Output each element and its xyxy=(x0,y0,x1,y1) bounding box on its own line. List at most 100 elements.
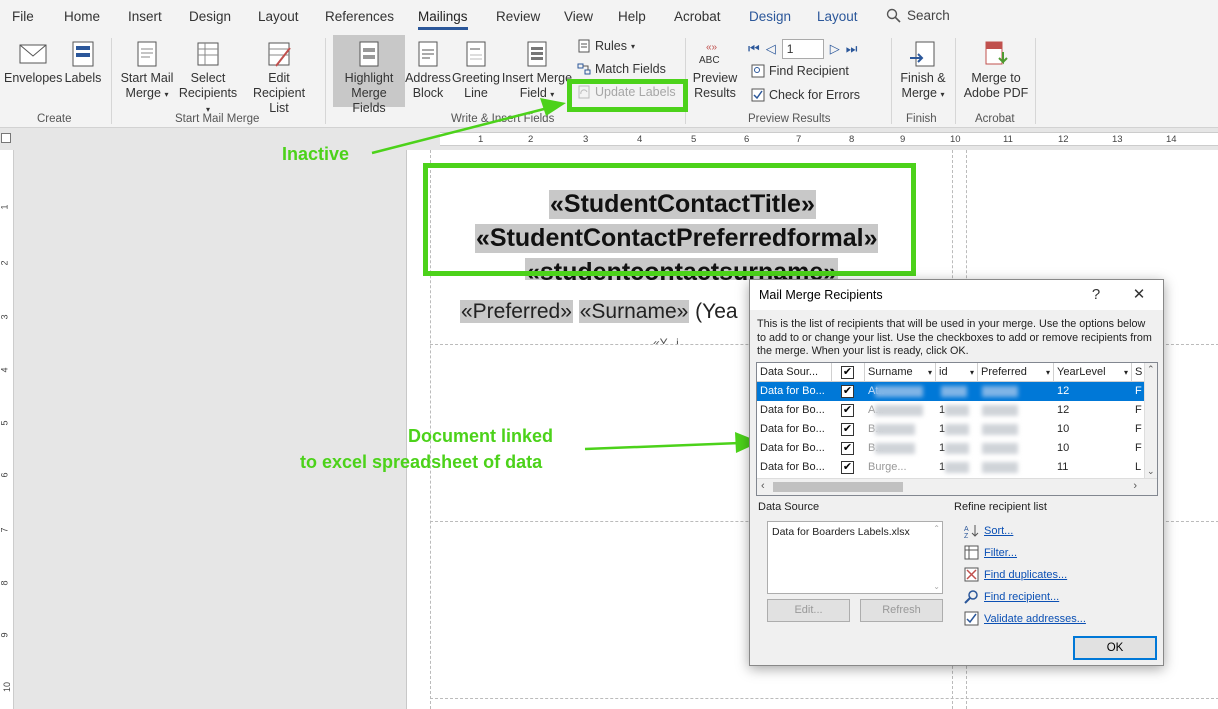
ok-button[interactable]: OK xyxy=(1073,636,1157,660)
data-source-file[interactable]: Data for Boarders Labels.xlsx xyxy=(772,526,910,538)
tab-references[interactable]: References xyxy=(325,9,394,24)
find-duplicates-link[interactable]: Find duplicates... xyxy=(964,567,1067,582)
horizontal-scrollbar[interactable]: ‹ › xyxy=(757,478,1157,495)
tab-mailings[interactable]: Mailings xyxy=(418,9,468,30)
recipient-row[interactable]: Data for Bo... ✔ A... 1 12 F xyxy=(757,401,1145,420)
match-fields-button[interactable]: Match Fields xyxy=(577,62,666,76)
select-recipients-button[interactable]: Select Recipients ▾ xyxy=(176,40,240,117)
preview-abc-text: ABC xyxy=(699,55,720,66)
find-recipient-link[interactable]: Find recipient... xyxy=(964,589,1059,604)
tab-selector[interactable] xyxy=(1,133,11,143)
column-header-label: YearLevel xyxy=(1057,366,1106,378)
tab-help[interactable]: Help xyxy=(618,9,646,24)
chevron-down-icon[interactable]: ▾ xyxy=(970,363,974,381)
redacted-cell xyxy=(941,386,967,397)
scroll-down-icon[interactable]: ⌄ xyxy=(1147,466,1155,477)
column-header-data-source[interactable]: Data Sour... xyxy=(757,363,832,382)
tab-design[interactable]: Design xyxy=(189,9,231,24)
insert-merge-field-button[interactable]: Insert Merge Field ▾ xyxy=(501,40,573,102)
cell-data-source: Data for Bo... xyxy=(760,442,825,454)
recipient-row[interactable]: Data for Bo... ✔ B... 1 10 F xyxy=(757,420,1145,439)
merge-field-preferred[interactable]: «Preferred» xyxy=(460,300,573,323)
vertical-scrollbar[interactable]: ⌃ ⌄ xyxy=(1144,363,1157,478)
annotation-inactive: Inactive xyxy=(282,144,350,164)
tab-home[interactable]: Home xyxy=(64,9,100,24)
column-header-preferred[interactable]: Preferred ▾ xyxy=(978,363,1054,382)
ruler-number: 3 xyxy=(583,134,589,145)
data-source-list[interactable]: Data for Boarders Labels.xlsx ⌃ ⌄ xyxy=(767,521,943,594)
column-header-checkbox[interactable]: ✔ xyxy=(832,363,865,382)
refresh-button[interactable]: Refresh xyxy=(860,599,943,622)
recipients-grid[interactable]: Data Sour... ✔ Surname ▾ id ▾ Preferred ▾ Y… xyxy=(756,362,1158,496)
tab-table-design[interactable]: Design xyxy=(749,9,791,24)
tab-table-layout[interactable]: Layout xyxy=(817,9,858,24)
recipient-checkbox[interactable]: ✔ xyxy=(841,385,854,398)
scroll-thumb[interactable] xyxy=(773,482,903,492)
column-header-id[interactable]: id ▾ xyxy=(936,363,978,382)
ruler-number: 4 xyxy=(0,367,10,373)
search-box[interactable]: Search xyxy=(886,8,950,23)
recipient-checkbox[interactable]: ✔ xyxy=(841,404,854,417)
find-recipient-button[interactable]: Find Recipient xyxy=(751,64,849,78)
chevron-down-icon[interactable]: ▾ xyxy=(1046,363,1050,381)
scroll-left-icon[interactable]: ‹ xyxy=(761,480,765,492)
recipient-row[interactable]: Data for Bo... ✔ B... 1 10 F xyxy=(757,439,1145,458)
next-record-icon[interactable]: ▷ xyxy=(830,41,840,57)
edit-button[interactable]: Edit... xyxy=(767,599,850,622)
greeting-line-button[interactable]: Greeting Line xyxy=(451,40,501,101)
preview-results-line1: Preview xyxy=(692,71,738,85)
recipient-checkbox[interactable]: ✔ xyxy=(841,442,854,455)
highlight-merge-fields-button[interactable]: Highlight Merge Fields xyxy=(333,35,405,115)
vertical-ruler[interactable]: 1 2 3 4 5 6 7 8 9 10 xyxy=(0,150,14,709)
previous-record-icon[interactable]: ◁ xyxy=(766,41,776,57)
chevron-down-icon[interactable]: ▾ xyxy=(1124,363,1128,381)
rules-button[interactable]: Rules ▾ xyxy=(577,39,635,53)
find-recipient-icon xyxy=(751,64,765,78)
labels-button[interactable]: Labels xyxy=(63,40,103,86)
start-mail-merge-button[interactable]: Start Mail Merge ▾ xyxy=(118,40,176,102)
validate-addresses-link[interactable]: Validate addresses... xyxy=(964,611,1086,626)
dialog-titlebar[interactable]: Mail Merge Recipients ? ✕ xyxy=(750,280,1163,310)
tab-insert[interactable]: Insert xyxy=(128,9,162,24)
scroll-up-icon[interactable]: ⌃ xyxy=(1147,364,1155,375)
cell-yearlevel: 11 xyxy=(1057,461,1069,473)
edit-recipient-list-button[interactable]: Edit Recipient List xyxy=(242,40,316,116)
envelopes-button[interactable]: Envelopes xyxy=(4,40,62,86)
filter-link[interactable]: Filter... xyxy=(964,545,1017,560)
column-header-surname[interactable]: Surname ▾ xyxy=(865,363,936,382)
tab-layout[interactable]: Layout xyxy=(258,9,299,24)
recipient-checkbox[interactable]: ✔ xyxy=(841,423,854,436)
last-record-icon[interactable]: ⏭ xyxy=(846,41,858,57)
chevron-down-icon: ▾ xyxy=(630,41,635,51)
preview-results-button[interactable]: «» ABC Preview Results xyxy=(690,40,740,101)
chevron-down-icon[interactable]: ▾ xyxy=(928,363,932,381)
merge-to-adobe-pdf-button[interactable]: Merge to Adobe PDF xyxy=(962,40,1030,101)
horizontal-ruler[interactable]: 1 2 3 4 5 6 7 8 9 10 11 12 13 14 xyxy=(0,128,1218,148)
record-number-input[interactable]: 1 xyxy=(781,39,824,59)
close-button[interactable]: ✕ xyxy=(1126,284,1152,306)
first-record-icon[interactable]: ⏮ xyxy=(748,41,760,57)
tab-review[interactable]: Review xyxy=(496,9,540,24)
tab-acrobat[interactable]: Acrobat xyxy=(674,9,721,24)
recipient-row[interactable]: Data for Bo... ✔ Burge... 1 11 L xyxy=(757,458,1145,477)
select-all-checkbox[interactable]: ✔ xyxy=(841,366,854,379)
redacted-cell xyxy=(875,386,923,397)
tab-file[interactable]: File xyxy=(12,9,34,24)
help-button[interactable]: ? xyxy=(1083,284,1109,306)
check-for-errors-button[interactable]: Check for Errors xyxy=(751,88,860,102)
column-header-yearlevel[interactable]: YearLevel ▾ xyxy=(1054,363,1132,382)
tab-view[interactable]: View xyxy=(564,9,593,24)
sort-icon: AZ xyxy=(964,525,979,538)
sort-link[interactable]: AZ Sort... xyxy=(964,523,1013,539)
recipient-row[interactable]: Data for Bo... ✔ At... 12 F xyxy=(757,382,1145,401)
column-header-label: Preferred xyxy=(981,366,1027,378)
search-label: Search xyxy=(907,8,950,23)
data-source-label: Data Source xyxy=(758,501,820,513)
address-block-button[interactable]: Address Block xyxy=(405,40,451,101)
select-recipients-icon xyxy=(197,42,219,66)
merge-field-surname[interactable]: «Surname» xyxy=(578,300,690,323)
scroll-right-icon[interactable]: › xyxy=(1133,480,1137,492)
finish-merge-button[interactable]: Finish & Merge ▾ xyxy=(897,40,949,102)
recipient-checkbox[interactable]: ✔ xyxy=(841,461,854,474)
merge-field-line-preferred-surname: «Preferred» «Surname» (Yea xyxy=(460,300,738,324)
